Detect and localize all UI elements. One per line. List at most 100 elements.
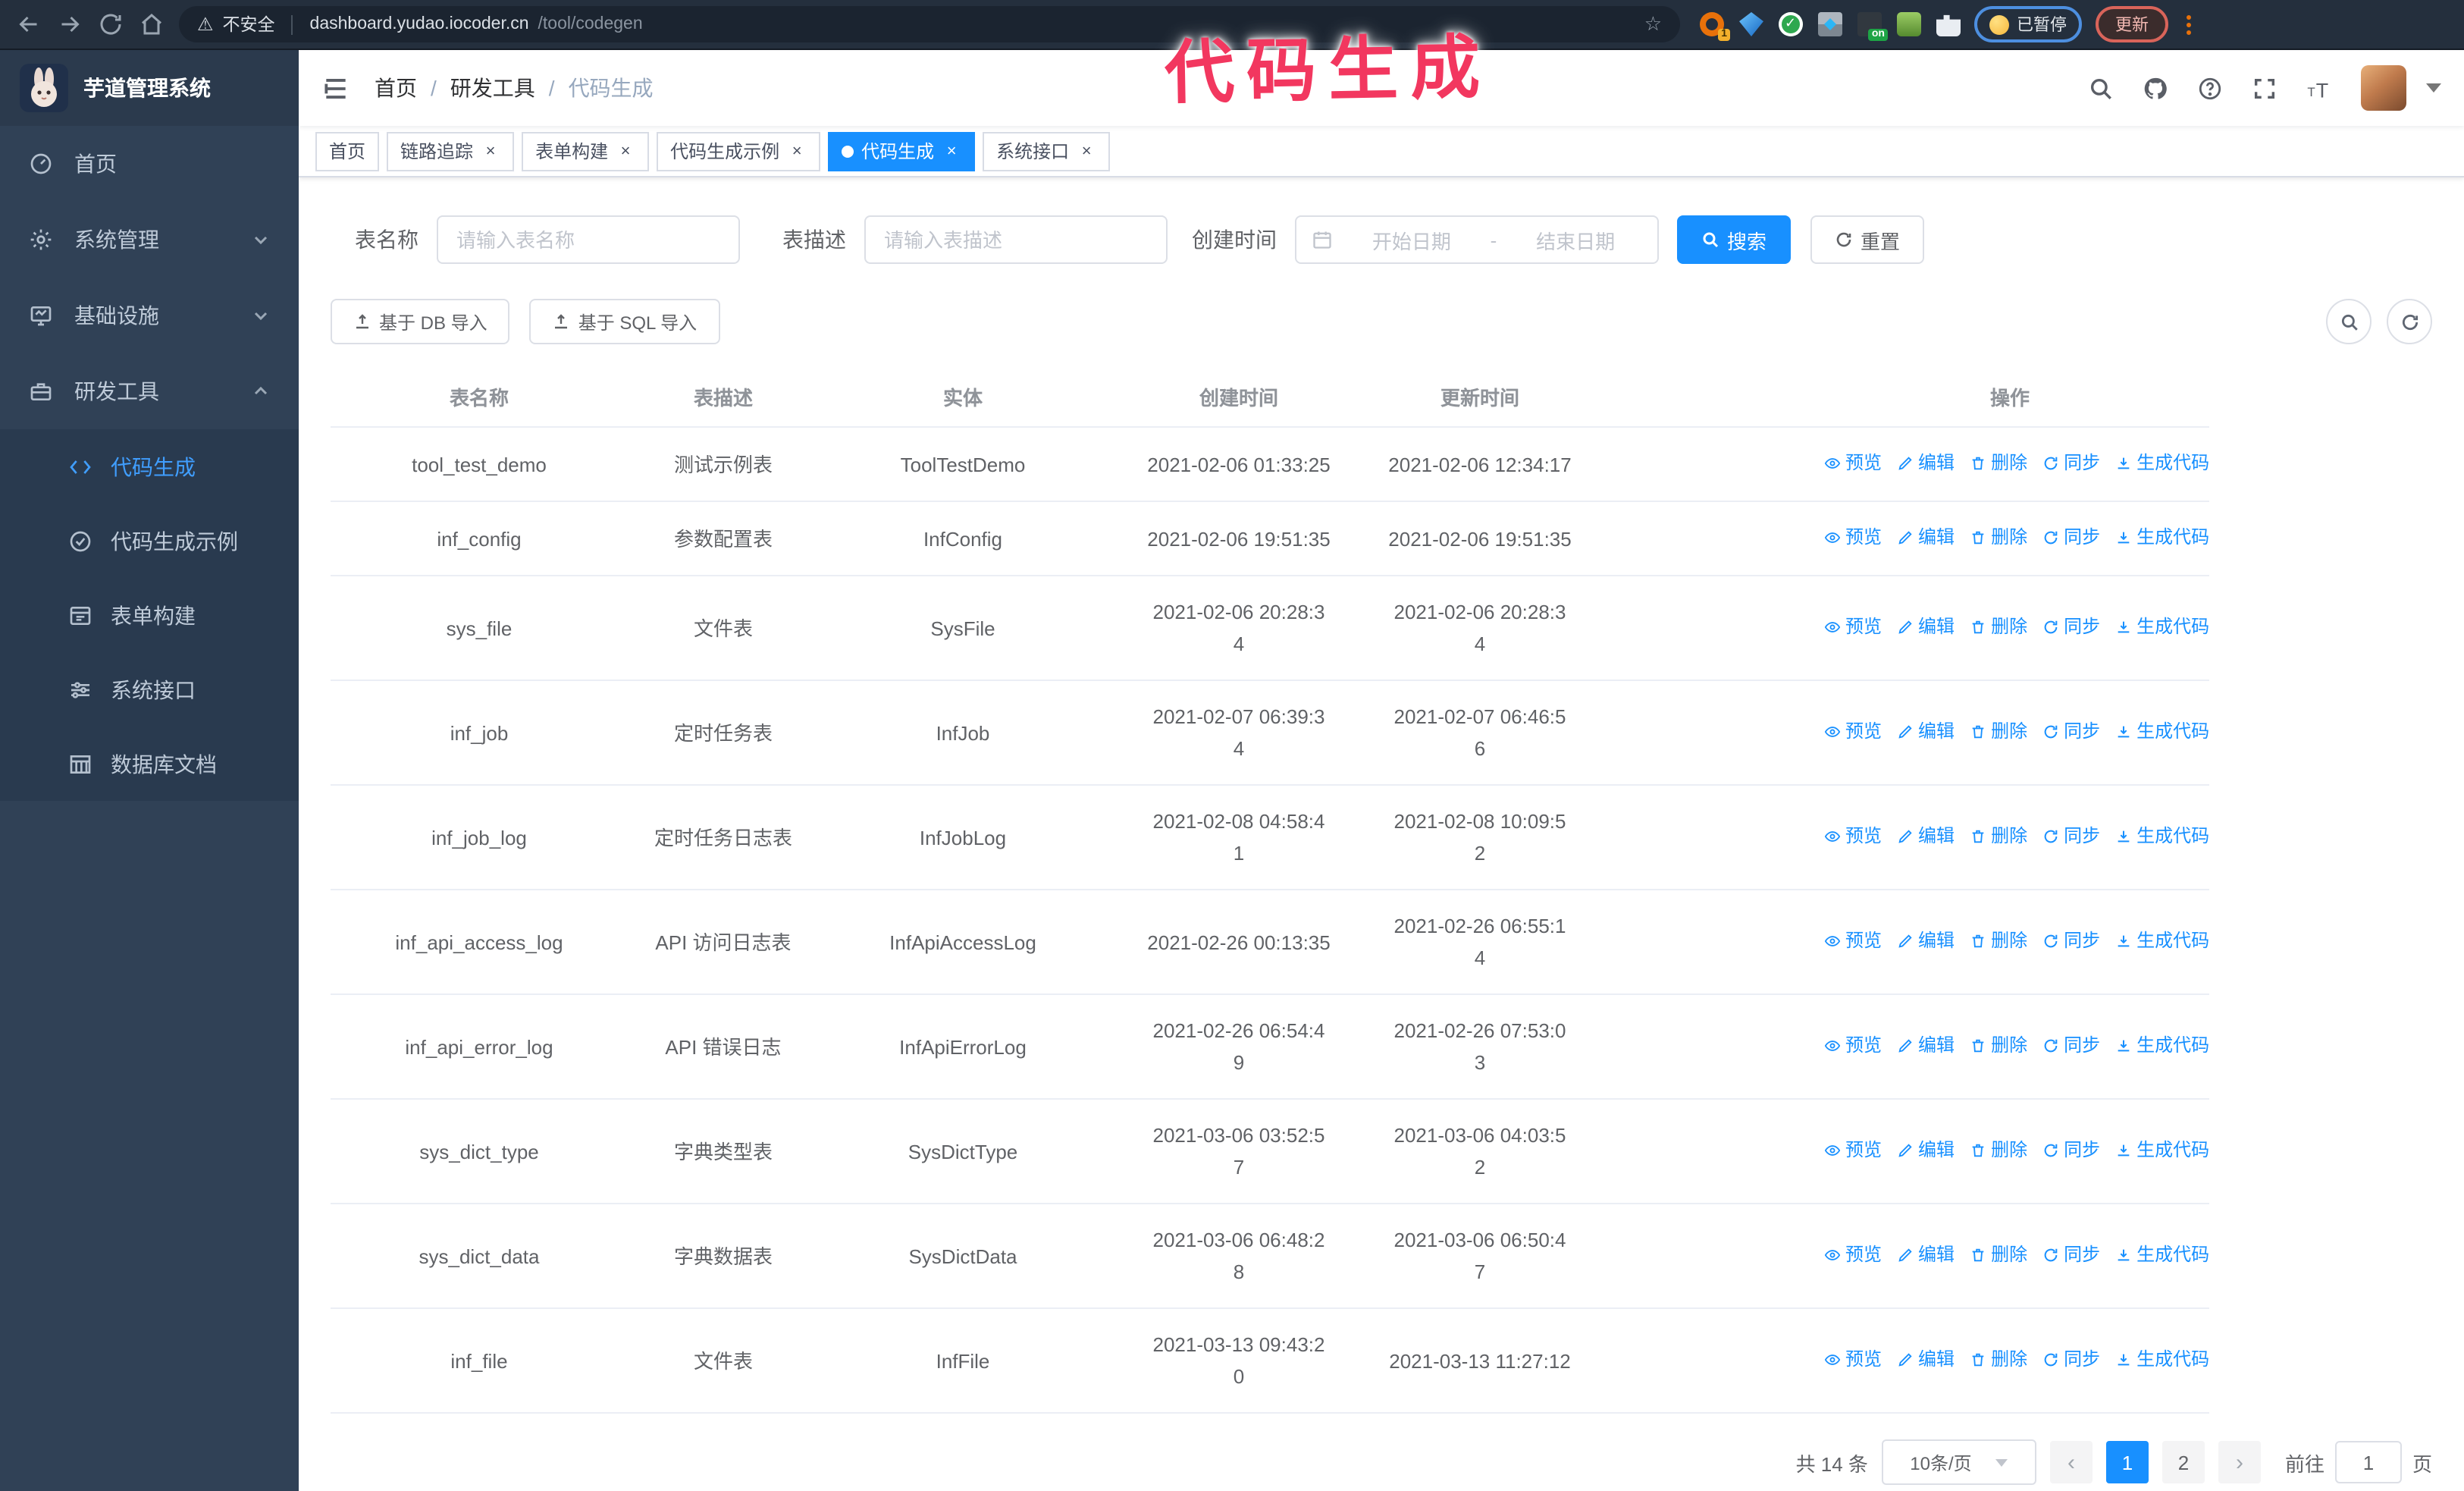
delete-link[interactable]: 删除 (1970, 821, 2027, 852)
preview-link[interactable]: 预览 (1824, 447, 1882, 479)
view-tab[interactable]: 链路追踪 × (387, 131, 515, 171)
menu-fold-icon[interactable] (321, 74, 350, 102)
preview-link[interactable]: 预览 (1824, 1030, 1882, 1062)
sync-link[interactable]: 同步 (2042, 522, 2100, 554)
table-desc-input[interactable] (864, 215, 1168, 264)
sync-link[interactable]: 同步 (2042, 447, 2100, 479)
generate-code-link[interactable]: 生成代码 (2115, 1239, 2209, 1271)
sidebar-item-home[interactable]: 首页 (0, 126, 299, 202)
preview-link[interactable]: 预览 (1824, 1344, 1882, 1376)
edit-link[interactable]: 编辑 (1897, 522, 1955, 554)
extension-icon[interactable] (1779, 12, 1803, 36)
delete-link[interactable]: 删除 (1970, 716, 2027, 748)
refresh-table-button[interactable] (2387, 299, 2432, 344)
preview-link[interactable]: 预览 (1824, 522, 1882, 554)
edit-link[interactable]: 编辑 (1897, 925, 1955, 957)
edit-link[interactable]: 编辑 (1897, 1135, 1955, 1166)
delete-link[interactable]: 删除 (1970, 611, 2027, 643)
reset-button[interactable]: 重置 (1810, 215, 1925, 264)
sync-link[interactable]: 同步 (2042, 1344, 2100, 1376)
sync-link[interactable]: 同步 (2042, 1239, 2100, 1271)
generate-code-link[interactable]: 生成代码 (2115, 611, 2209, 643)
breadcrumb-item[interactable]: 首页 (375, 73, 417, 103)
extension-icon[interactable] (1897, 12, 1921, 36)
generate-code-link[interactable]: 生成代码 (2115, 447, 2209, 479)
edit-link[interactable]: 编辑 (1897, 1239, 1955, 1271)
extension-icon[interactable] (1818, 12, 1842, 36)
user-avatar[interactable] (2361, 65, 2406, 111)
sync-link[interactable]: 同步 (2042, 611, 2100, 643)
delete-link[interactable]: 删除 (1970, 522, 2027, 554)
sync-link[interactable]: 同步 (2042, 716, 2100, 748)
next-page-button[interactable]: › (2218, 1441, 2261, 1483)
edit-link[interactable]: 编辑 (1897, 611, 1955, 643)
generate-code-link[interactable]: 生成代码 (2115, 522, 2209, 554)
date-range-picker[interactable]: 开始日期 - 结束日期 (1295, 215, 1659, 264)
toggle-search-button[interactable] (2326, 299, 2372, 344)
delete-link[interactable]: 删除 (1970, 447, 2027, 479)
generate-code-link[interactable]: 生成代码 (2115, 1135, 2209, 1166)
avatar-caret-icon[interactable] (2426, 83, 2441, 93)
close-icon[interactable]: × (942, 142, 961, 160)
view-tab[interactable]: 代码生成示例 × (657, 131, 821, 171)
profile-paused-badge[interactable]: 已暂停 (1974, 6, 2082, 42)
page-button-1[interactable]: 1 (2105, 1441, 2149, 1483)
app-logo[interactable]: 芋道管理系统 (0, 50, 299, 126)
generate-code-link[interactable]: 生成代码 (2115, 716, 2209, 748)
sidebar-item-form-builder[interactable]: 表单构建 (0, 578, 299, 652)
bookmark-star-icon[interactable]: ☆ (1644, 12, 1662, 36)
table-name-input[interactable] (437, 215, 740, 264)
view-tab[interactable]: 系统接口 × (983, 131, 1111, 171)
help-icon[interactable] (2197, 75, 2223, 101)
edit-link[interactable]: 编辑 (1897, 447, 1955, 479)
preview-link[interactable]: 预览 (1824, 716, 1882, 748)
sync-link[interactable]: 同步 (2042, 925, 2100, 957)
generate-code-link[interactable]: 生成代码 (2115, 821, 2209, 852)
sidebar-item-devtools[interactable]: 研发工具 (0, 353, 299, 429)
browser-reload-icon[interactable] (97, 11, 124, 38)
generate-code-link[interactable]: 生成代码 (2115, 1344, 2209, 1376)
close-icon[interactable]: × (616, 142, 635, 160)
url-bar[interactable]: ⚠ 不安全 dashboard.yudao.iocoder.cn/tool/co… (179, 6, 1680, 42)
delete-link[interactable]: 删除 (1970, 1030, 2027, 1062)
sidebar-item-system[interactable]: 系统管理 (0, 202, 299, 278)
extension-icon[interactable] (1739, 12, 1763, 36)
sidebar-item-codegen[interactable]: 代码生成 (0, 429, 299, 504)
sidebar-item-infra[interactable]: 基础设施 (0, 278, 299, 353)
prev-page-button[interactable]: ‹ (2049, 1441, 2093, 1483)
import-db-button[interactable]: 基于 DB 导入 (331, 299, 510, 344)
github-icon[interactable] (2143, 75, 2168, 101)
browser-home-icon[interactable] (138, 11, 165, 38)
edit-link[interactable]: 编辑 (1897, 1344, 1955, 1376)
extensions-puzzle-icon[interactable] (1936, 14, 1961, 36)
generate-code-link[interactable]: 生成代码 (2115, 925, 2209, 957)
extension-icon[interactable]: on (1857, 12, 1888, 41)
search-icon[interactable] (2088, 75, 2114, 101)
browser-forward-icon[interactable] (56, 11, 83, 38)
edit-link[interactable]: 编辑 (1897, 821, 1955, 852)
close-icon[interactable]: × (481, 142, 500, 160)
page-button-2[interactable]: 2 (2161, 1441, 2205, 1483)
preview-link[interactable]: 预览 (1824, 611, 1882, 643)
sync-link[interactable]: 同步 (2042, 1030, 2100, 1062)
view-tab[interactable]: 代码生成 × (828, 131, 976, 171)
close-icon[interactable]: × (787, 142, 807, 160)
preview-link[interactable]: 预览 (1824, 925, 1882, 957)
edit-link[interactable]: 编辑 (1897, 1030, 1955, 1062)
delete-link[interactable]: 删除 (1970, 1239, 2027, 1271)
search-button[interactable]: 搜索 (1677, 215, 1792, 264)
preview-link[interactable]: 预览 (1824, 821, 1882, 852)
delete-link[interactable]: 删除 (1970, 925, 2027, 957)
sync-link[interactable]: 同步 (2042, 821, 2100, 852)
delete-link[interactable]: 删除 (1970, 1135, 2027, 1166)
view-tab[interactable]: 首页 (315, 131, 380, 171)
delete-link[interactable]: 删除 (1970, 1344, 2027, 1376)
page-size-select[interactable]: 10条/页 (1881, 1439, 2036, 1485)
import-sql-button[interactable]: 基于 SQL 导入 (529, 299, 720, 344)
fullscreen-icon[interactable] (2252, 75, 2277, 101)
generate-code-link[interactable]: 生成代码 (2115, 1030, 2209, 1062)
preview-link[interactable]: 预览 (1824, 1135, 1882, 1166)
browser-update-button[interactable]: 更新 (2096, 6, 2168, 42)
browser-menu-icon[interactable] (2182, 14, 2196, 34)
sync-link[interactable]: 同步 (2042, 1135, 2100, 1166)
